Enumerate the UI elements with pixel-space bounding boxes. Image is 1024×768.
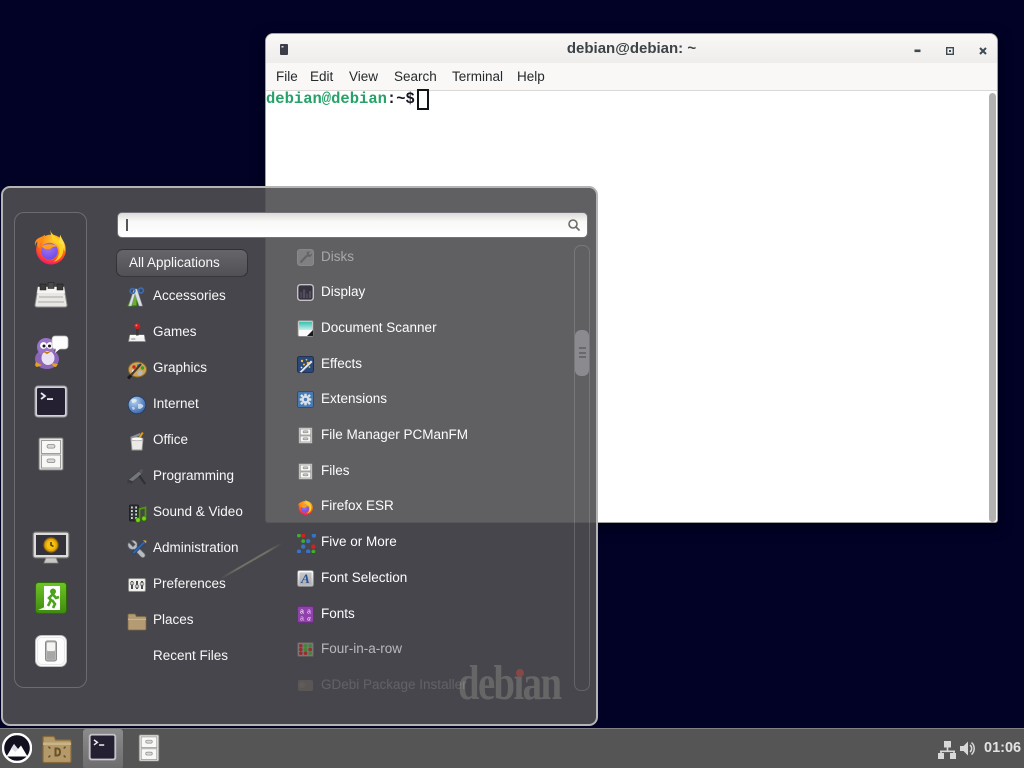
svg-text:A: A xyxy=(300,571,310,586)
svg-text:a: a xyxy=(307,614,311,622)
svg-text:a: a xyxy=(300,608,304,615)
svg-text:a: a xyxy=(300,615,304,622)
